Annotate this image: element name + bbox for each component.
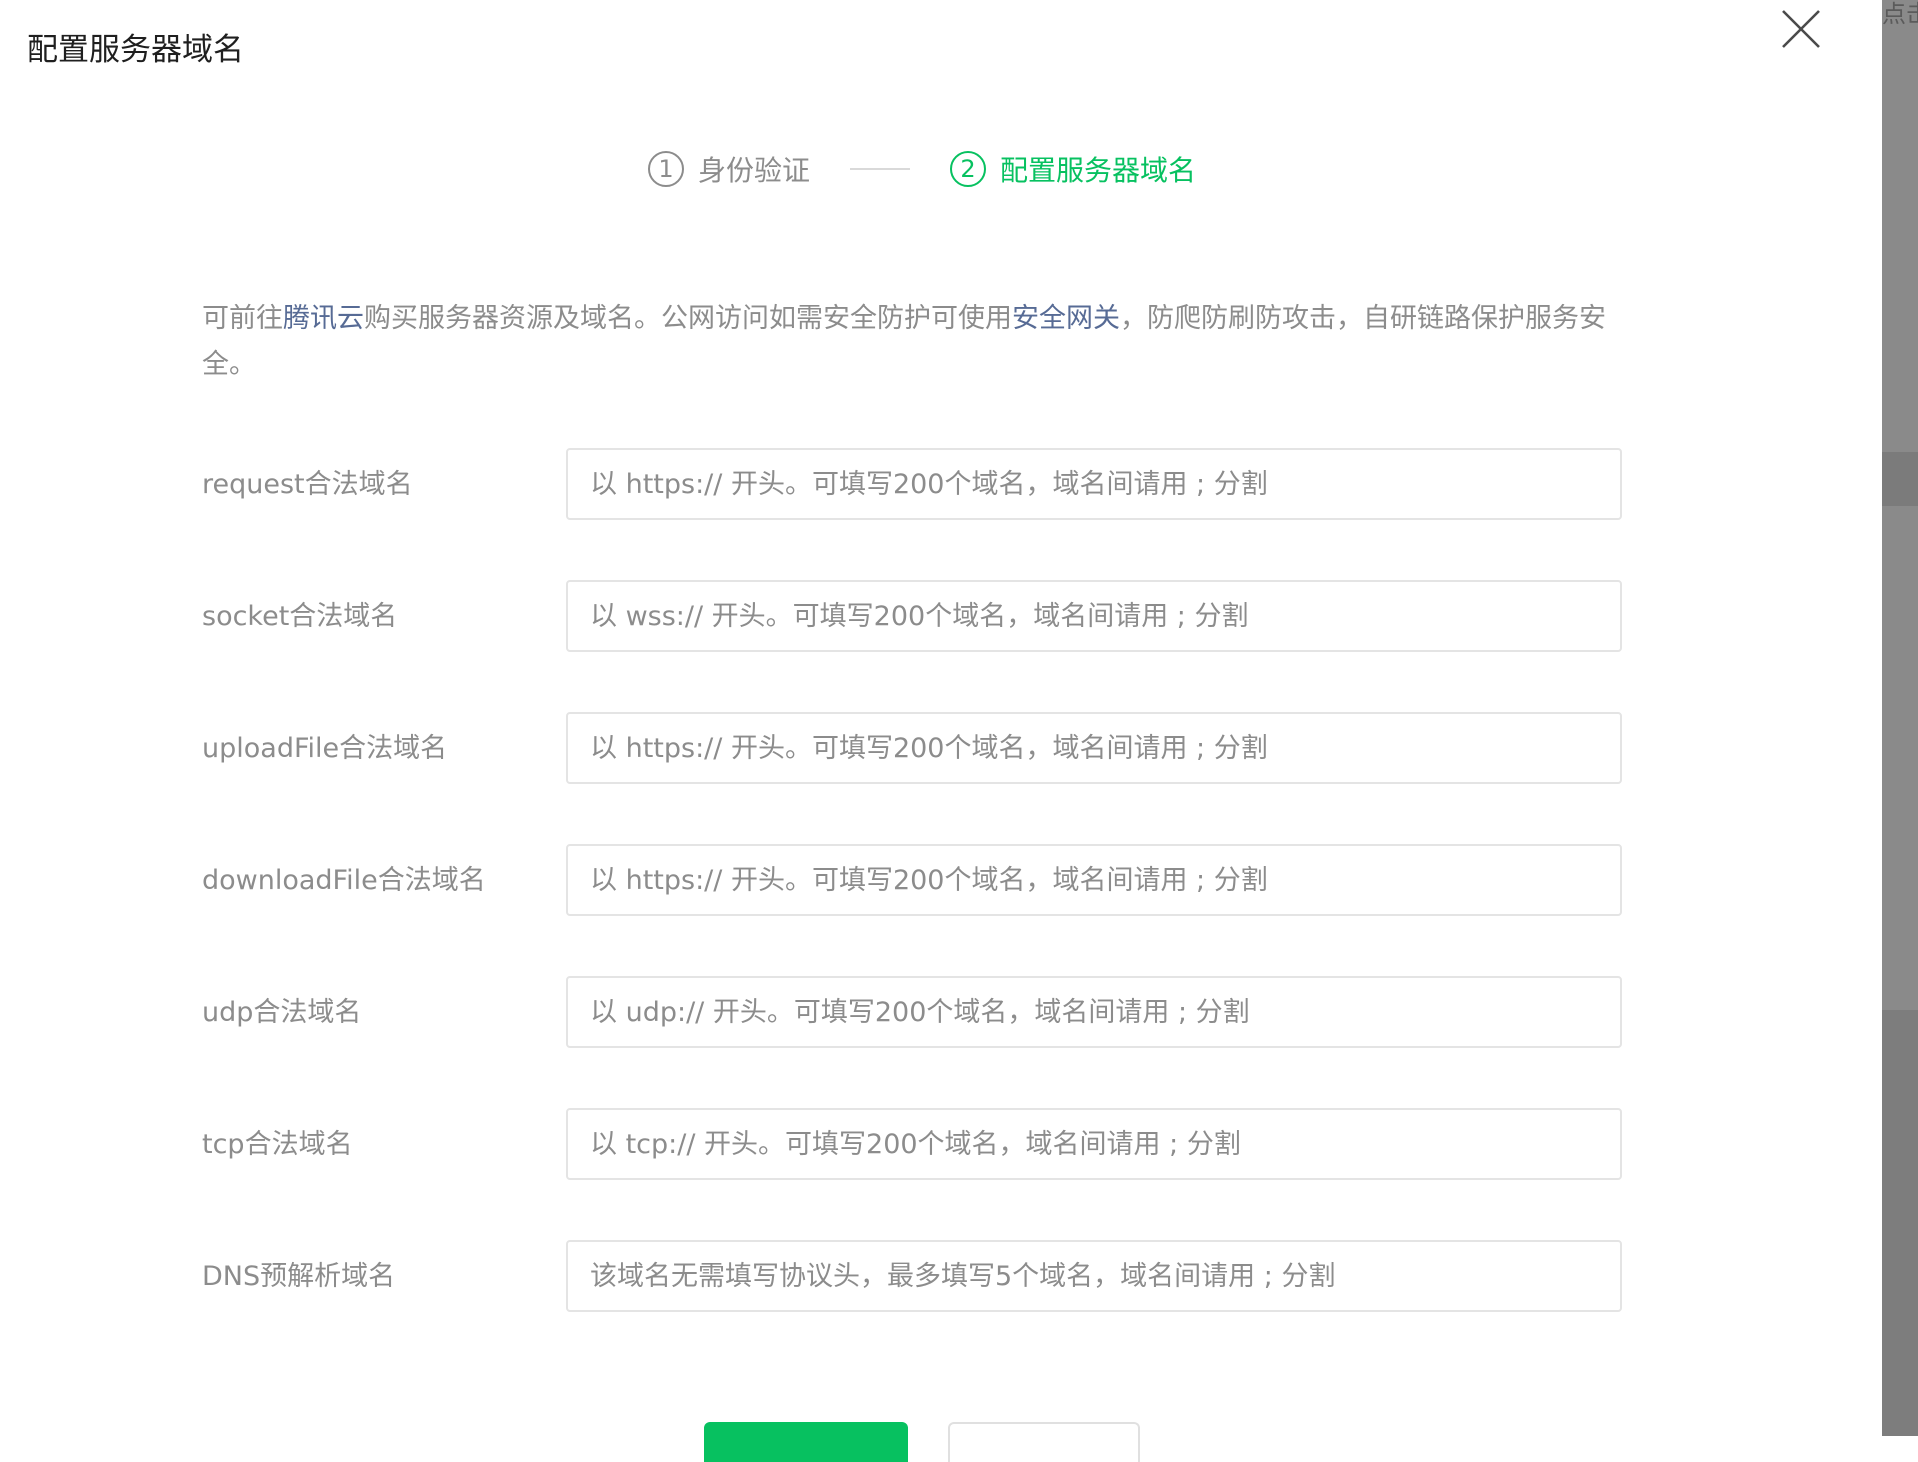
page-backdrop: 点击: [1882, 0, 1918, 1436]
socket-domain-label: socket合法域名: [202, 601, 398, 632]
form-row-request: request合法域名: [202, 448, 1622, 520]
form-row-dns: DNS预解析域名: [202, 1240, 1622, 1312]
save-button[interactable]: [704, 1422, 908, 1462]
close-button[interactable]: [1780, 8, 1822, 50]
udp-domain-input[interactable]: [566, 976, 1622, 1048]
step-connector: [850, 168, 911, 170]
step-label: 身份验证: [698, 154, 811, 187]
download-file-domain-input[interactable]: [566, 844, 1622, 916]
tcp-domain-label: tcp合法域名: [202, 1129, 353, 1160]
upload-file-domain-input[interactable]: [566, 712, 1622, 784]
cancel-button[interactable]: [948, 1422, 1140, 1462]
notice-text: 购买服务器资源及域名。公网访问如需安全防护可使用: [364, 303, 1012, 334]
configure-domain-dialog: 配置服务器域名 1 身份验证 2 配置服务器域名 可前往腾讯云购买服务器资源及域…: [0, 0, 1882, 1462]
form-row-upload: uploadFile合法域名: [202, 712, 1622, 784]
dns-prefetch-domain-input[interactable]: [566, 1240, 1622, 1312]
step-label: 配置服务器域名: [1000, 154, 1197, 187]
info-notice: 可前往腾讯云购买服务器资源及域名。公网访问如需安全防护可使用安全网关，防爬防刷防…: [202, 296, 1642, 388]
form-row-udp: udp合法域名: [202, 976, 1622, 1048]
tencent-cloud-link[interactable]: 腾讯云: [283, 303, 364, 334]
socket-domain-input[interactable]: [566, 580, 1622, 652]
download-file-domain-label: downloadFile合法域名: [202, 865, 486, 896]
dns-prefetch-domain-label: DNS预解析域名: [202, 1261, 396, 1292]
form-row-tcp: tcp合法域名: [202, 1108, 1622, 1180]
close-icon: [1782, 10, 1820, 48]
step-configure-domain: 2 配置服务器域名: [950, 149, 1196, 189]
upload-file-domain-label: uploadFile合法域名: [202, 733, 448, 764]
backdrop-peek-text: 点击: [1882, 0, 1918, 28]
step-indicator: 1 身份验证 2 配置服务器域名: [648, 148, 1196, 190]
notice-text: 可前往: [202, 303, 283, 334]
backdrop-band: [1882, 452, 1918, 506]
form-row-download: downloadFile合法域名: [202, 844, 1622, 916]
step-number: 2: [950, 151, 987, 187]
udp-domain-label: udp合法域名: [202, 997, 362, 1028]
tcp-domain-input[interactable]: [566, 1108, 1622, 1180]
step-number: 1: [648, 151, 684, 187]
backdrop-band: [1882, 1010, 1918, 1436]
request-domain-label: request合法域名: [202, 469, 413, 500]
security-gateway-link[interactable]: 安全网关: [1012, 303, 1120, 334]
request-domain-input[interactable]: [566, 448, 1622, 520]
step-identity-verification: 1 身份验证: [648, 149, 810, 189]
dialog-title: 配置服务器域名: [27, 32, 244, 68]
form-row-socket: socket合法域名: [202, 580, 1622, 652]
